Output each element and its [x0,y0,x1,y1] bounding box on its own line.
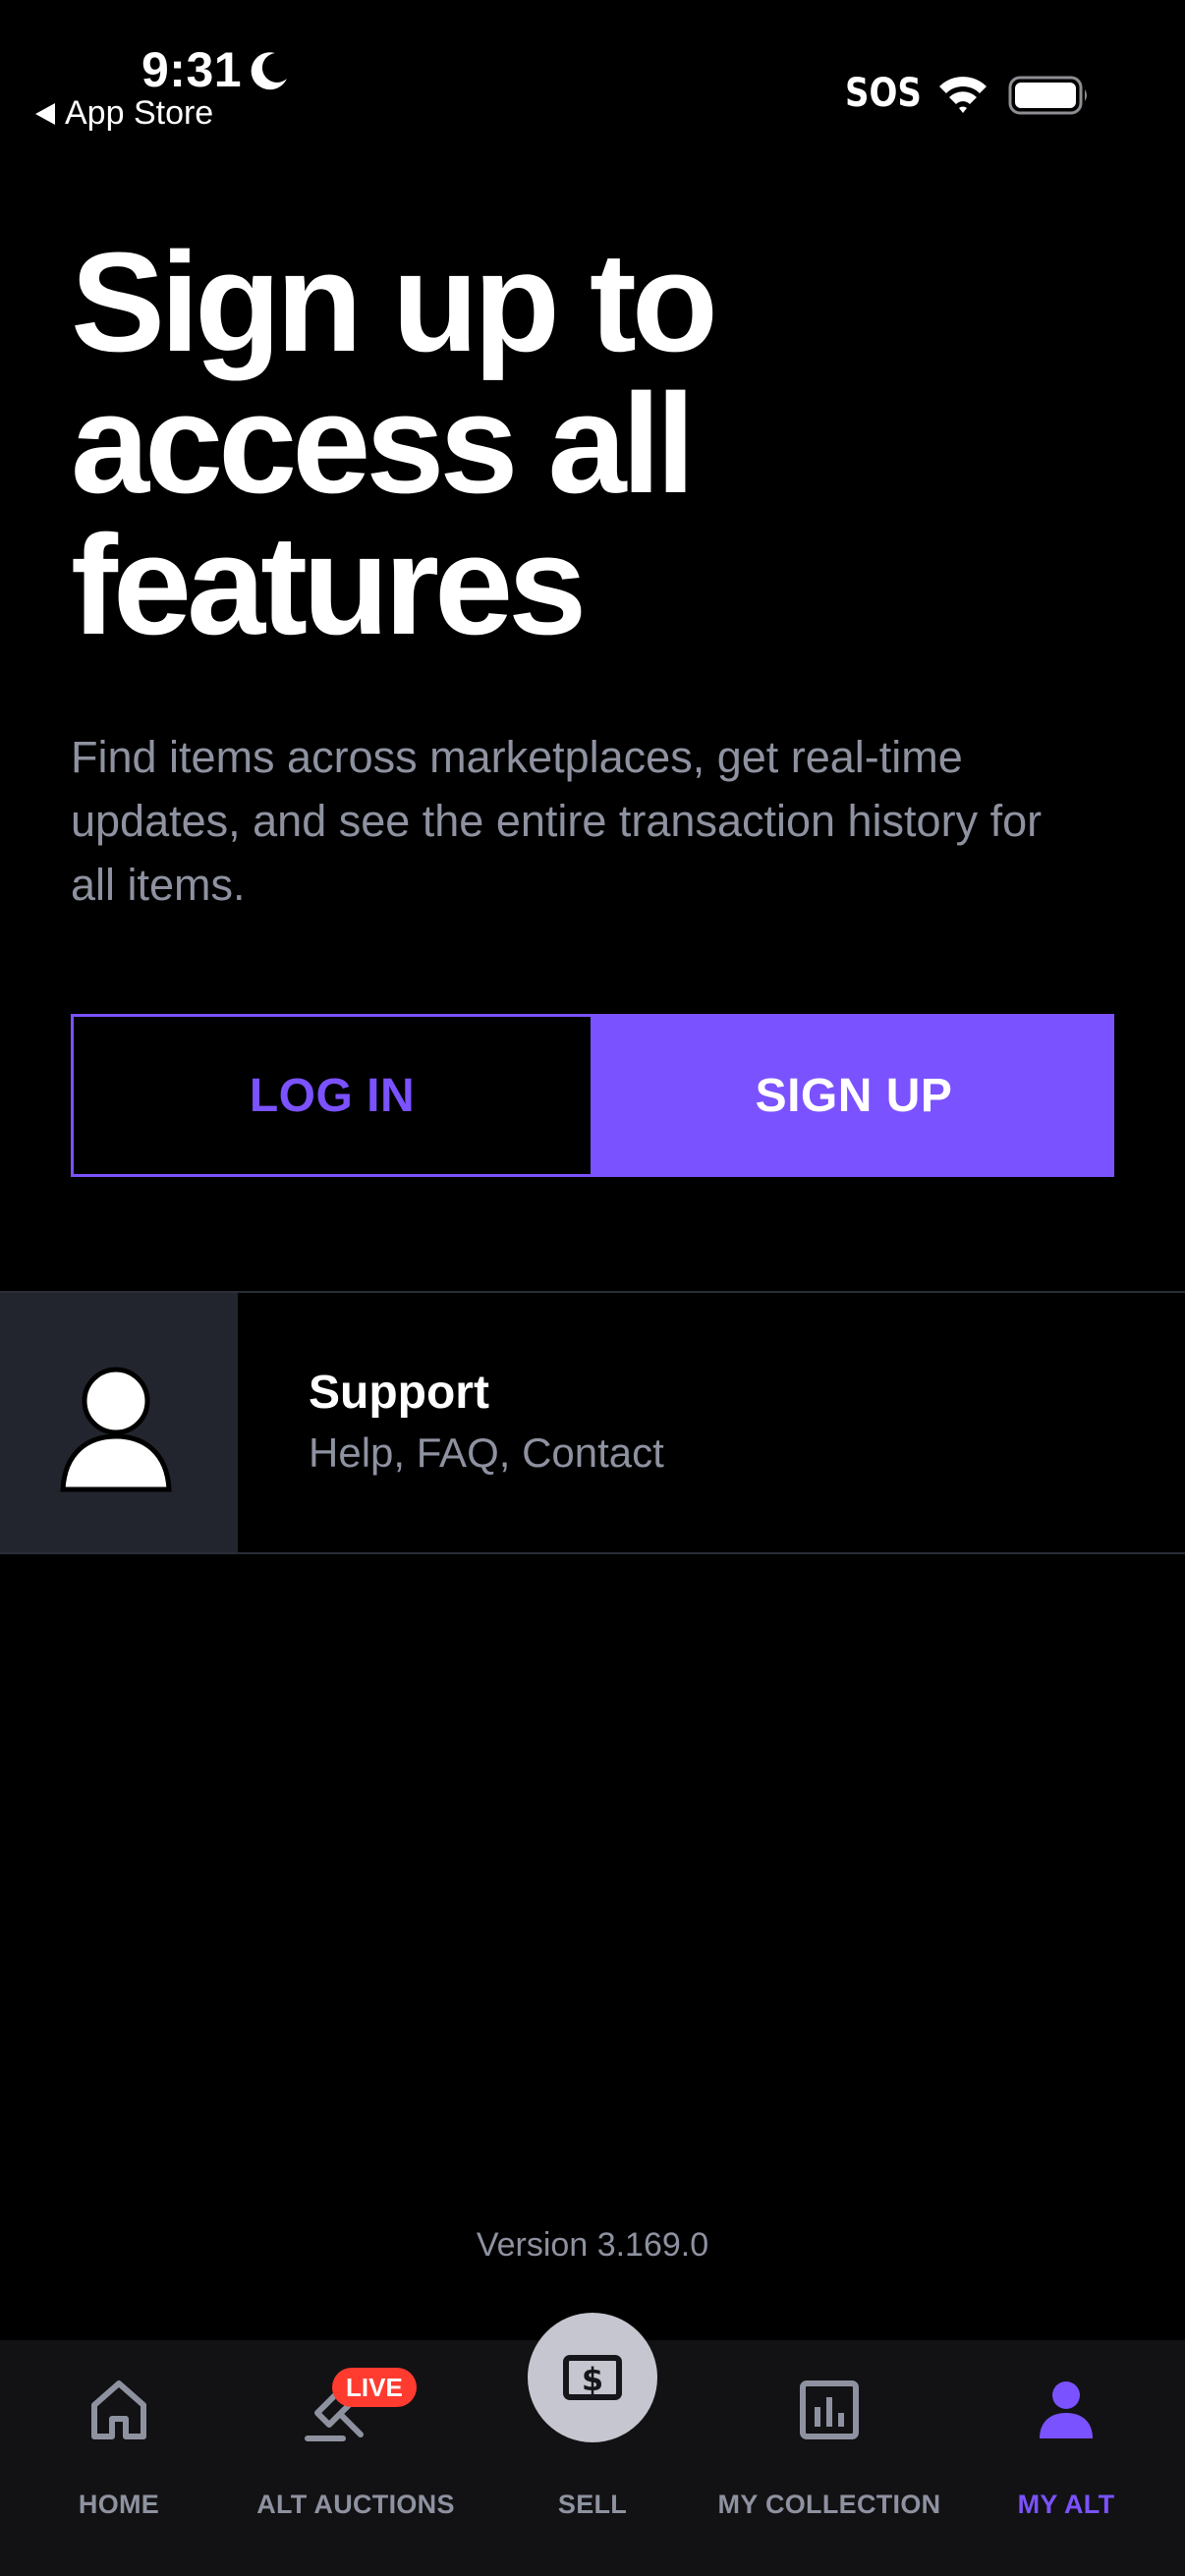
tab-my-collection[interactable]: MY COLLECTION [711,2340,947,2576]
person-icon [1040,2381,1093,2438]
battery-icon [1008,76,1087,115]
support-subtitle: Help, FAQ, Contact [309,1429,664,1476]
back-to-app-store[interactable]: App Store [35,94,213,133]
headline-line: access all [71,364,696,523]
sos-indicator: SOS [845,71,922,116]
back-app-label: App Store [65,94,214,132]
screen: 9:31 App Store SOS Sign up to access all… [0,0,1185,2576]
page-subtitle: Find items across marketplaces, get real… [71,725,1132,917]
home-icon [91,2380,146,2439]
tab-sell[interactable]: $ SELL [474,2313,711,2576]
svg-text:$: $ [582,2361,603,2398]
headline-line: Sign up to [71,223,718,381]
sell-button-circle: $ [528,2313,657,2442]
support-row[interactable]: Support Help, FAQ, Contact [0,1291,1185,1554]
tab-my-collection-label: MY COLLECTION [717,2490,941,2519]
app-version: Version 3.169.0 [476,2226,709,2264]
tab-my-alt[interactable]: MY ALT [947,2340,1185,2576]
wifi-icon [939,77,987,113]
page-title: Sign up to access all features [71,232,1053,656]
tab-my-alt-label: MY ALT [1017,2490,1115,2519]
login-button[interactable]: LOG IN [71,1014,593,1177]
live-badge: LIVE [332,2368,417,2407]
tab-home-label: HOME [78,2490,160,2519]
support-text: Support Help, FAQ, Contact [238,1293,664,1552]
auth-buttons: LOG IN SIGN UP [71,1014,1114,1177]
tab-alt-auctions-label: ALT AUCTIONS [256,2490,455,2519]
user-icon [60,1367,172,1492]
tab-sell-label: SELL [557,2490,628,2519]
back-arrow-icon [35,102,55,125]
tab-bar: HOME ALT AUCTIONS LIVE $ SELL MY COLLECT… [0,2313,1185,2576]
support-title: Support [309,1367,489,1419]
support-icon-box [0,1293,238,1552]
subtitle-line: all items. [71,860,246,910]
status-time: 9:31 [141,42,243,97]
signup-button[interactable]: SIGN UP [593,1014,1114,1177]
headline-line: features [71,506,587,664]
moon-icon [251,52,287,90]
status-bar: 9:31 App Store SOS [0,0,1185,147]
subtitle-line: Find items across marketplaces, get real… [71,732,963,782]
tab-home[interactable]: HOME [0,2340,238,2576]
bar-chart-icon [800,2380,859,2439]
subtitle-line: updates, and see the entire transaction … [71,796,1043,846]
dollar-icon: $ [563,2355,622,2400]
